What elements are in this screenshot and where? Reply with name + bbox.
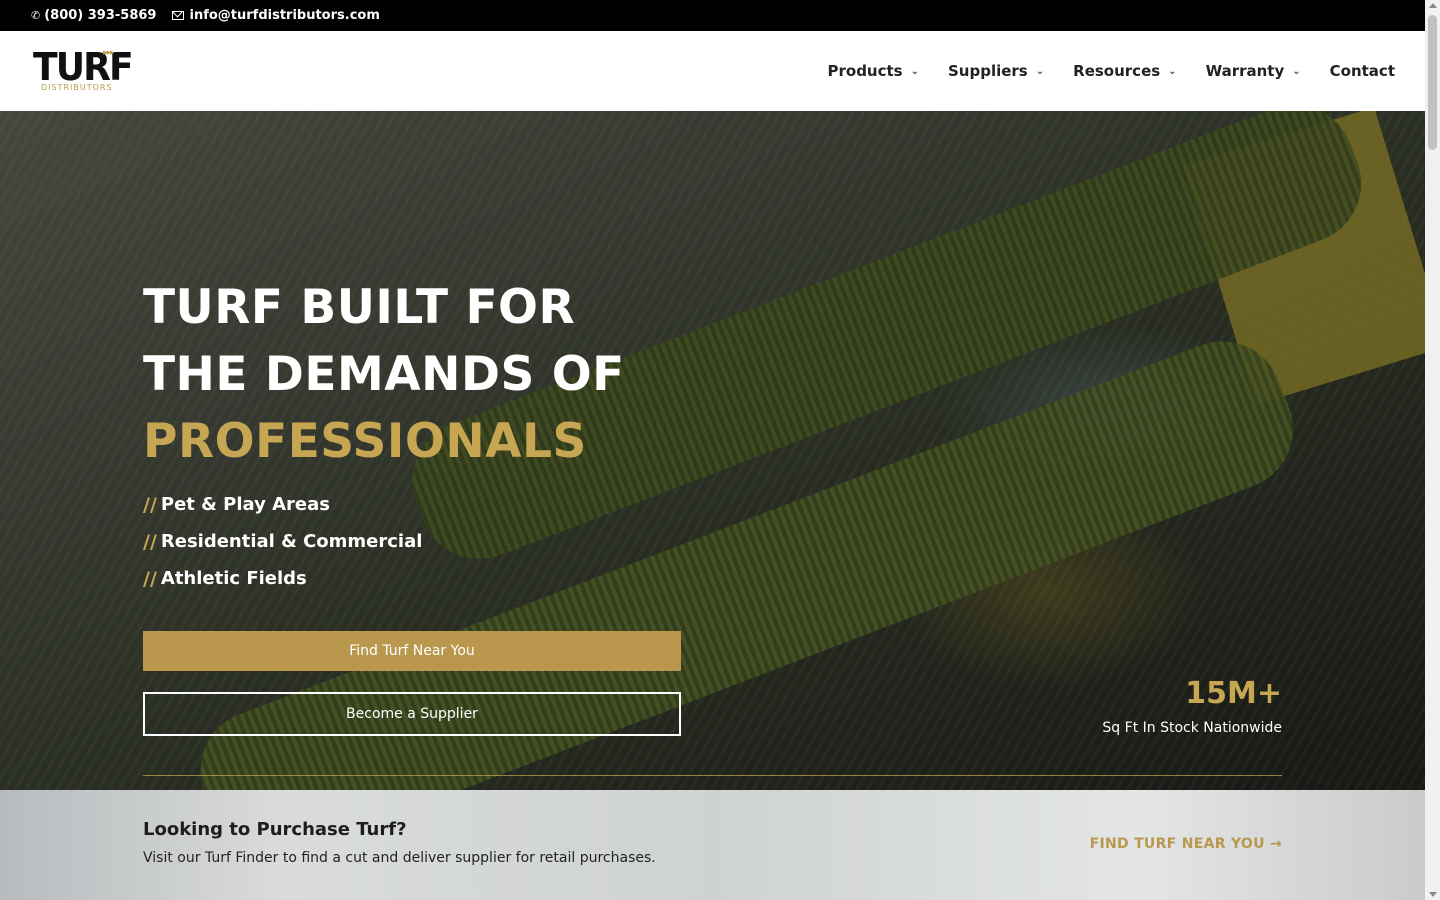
stat-label: Sq Ft In Stock Nationwide xyxy=(1102,720,1282,736)
list-item: // Pet & Play Areas xyxy=(143,486,422,523)
nav-item-label: Contact xyxy=(1329,62,1395,80)
nav-item-label: Resources xyxy=(1073,62,1161,80)
bullet-text: Pet & Play Areas xyxy=(160,494,330,515)
logo-chevrons-icon: ▸▸▸ xyxy=(103,48,115,58)
chevron-down-icon: ⌄ xyxy=(1168,65,1177,77)
phone-icon: ✆ xyxy=(31,9,41,22)
logo-wordmark: TURF xyxy=(33,45,134,89)
nav-item-warranty[interactable]: Warranty ⌄ xyxy=(1206,62,1301,80)
main-nav: Products ⌄ Suppliers ⌄ Resources ⌄ Warra… xyxy=(799,31,1396,111)
headline-line: THE DEMANDS OF xyxy=(143,347,625,402)
logo-subtitle: DISTRIBUTORS xyxy=(41,83,113,92)
chevron-down-icon: ⌄ xyxy=(1035,65,1045,77)
stat-value: 15M+ xyxy=(1185,676,1282,711)
scroll-down-arrow-icon[interactable] xyxy=(1429,892,1437,897)
nav-item-products[interactable]: Products ⌄ xyxy=(828,62,920,80)
divider xyxy=(143,775,1282,776)
headline-accent: PROFESSIONALS xyxy=(143,414,587,469)
bullet-text: Residential & Commercial xyxy=(160,531,423,552)
nav-item-label: Products xyxy=(827,62,903,80)
phone-number: (800) 393-5869 xyxy=(44,8,157,23)
bullet-prefix: // xyxy=(143,530,157,553)
nav-item-suppliers[interactable]: Suppliers ⌄ xyxy=(948,62,1044,80)
nav-item-resources[interactable]: Resources ⌄ xyxy=(1073,62,1176,80)
email-link[interactable]: info@turfdistributors.com xyxy=(172,8,380,23)
envelope-icon xyxy=(172,11,185,20)
nav-item-label: Suppliers xyxy=(948,62,1028,80)
bullet-prefix: // xyxy=(143,493,157,516)
hero-bullet-list: // Pet & Play Areas // Residential & Com… xyxy=(143,486,422,597)
band-description: Visit our Turf Finder to find a cut and … xyxy=(143,850,656,866)
chevron-down-icon: ⌄ xyxy=(1292,65,1301,77)
find-turf-button[interactable]: Find Turf Near You xyxy=(143,631,681,671)
list-item: // Athletic Fields xyxy=(143,560,422,597)
bullet-prefix: // xyxy=(143,567,157,590)
bullet-text: Athletic Fields xyxy=(160,568,307,589)
chevron-down-icon: ⌄ xyxy=(910,65,919,77)
hero-headline: TURF BUILT FOR THE DEMANDS OF PROFESSION… xyxy=(143,274,625,475)
phone-link[interactable]: ✆ (800) 393-5869 xyxy=(31,8,156,23)
top-contact-bar: ✆ (800) 393-5869 info@turfdistributors.c… xyxy=(0,0,1425,31)
find-turf-link[interactable]: FIND TURF NEAR YOU → xyxy=(1090,836,1282,852)
page-scrollbar[interactable] xyxy=(1425,0,1440,900)
purchase-band: Looking to Purchase Turf? Visit our Turf… xyxy=(0,790,1425,900)
become-supplier-button[interactable]: Become a Supplier xyxy=(143,692,681,736)
list-item: // Residential & Commercial xyxy=(143,523,422,560)
email-address: info@turfdistributors.com xyxy=(189,8,380,23)
nav-item-contact[interactable]: Contact xyxy=(1330,62,1395,80)
band-title: Looking to Purchase Turf? xyxy=(143,819,407,840)
site-header: TURF ▸▸▸ DISTRIBUTORS Products ⌄ Supplie… xyxy=(0,31,1425,111)
nav-item-label: Warranty xyxy=(1205,62,1285,80)
stock-stat: 15M+ Sq Ft In Stock Nationwide xyxy=(1102,674,1282,736)
scrollbar-thumb[interactable] xyxy=(1428,15,1437,150)
hero-section: TURF BUILT FOR THE DEMANDS OF PROFESSION… xyxy=(0,111,1425,790)
scroll-up-arrow-icon[interactable] xyxy=(1429,3,1437,8)
headline-line: TURF BUILT FOR xyxy=(143,280,576,335)
site-logo[interactable]: TURF ▸▸▸ DISTRIBUTORS xyxy=(33,47,134,95)
